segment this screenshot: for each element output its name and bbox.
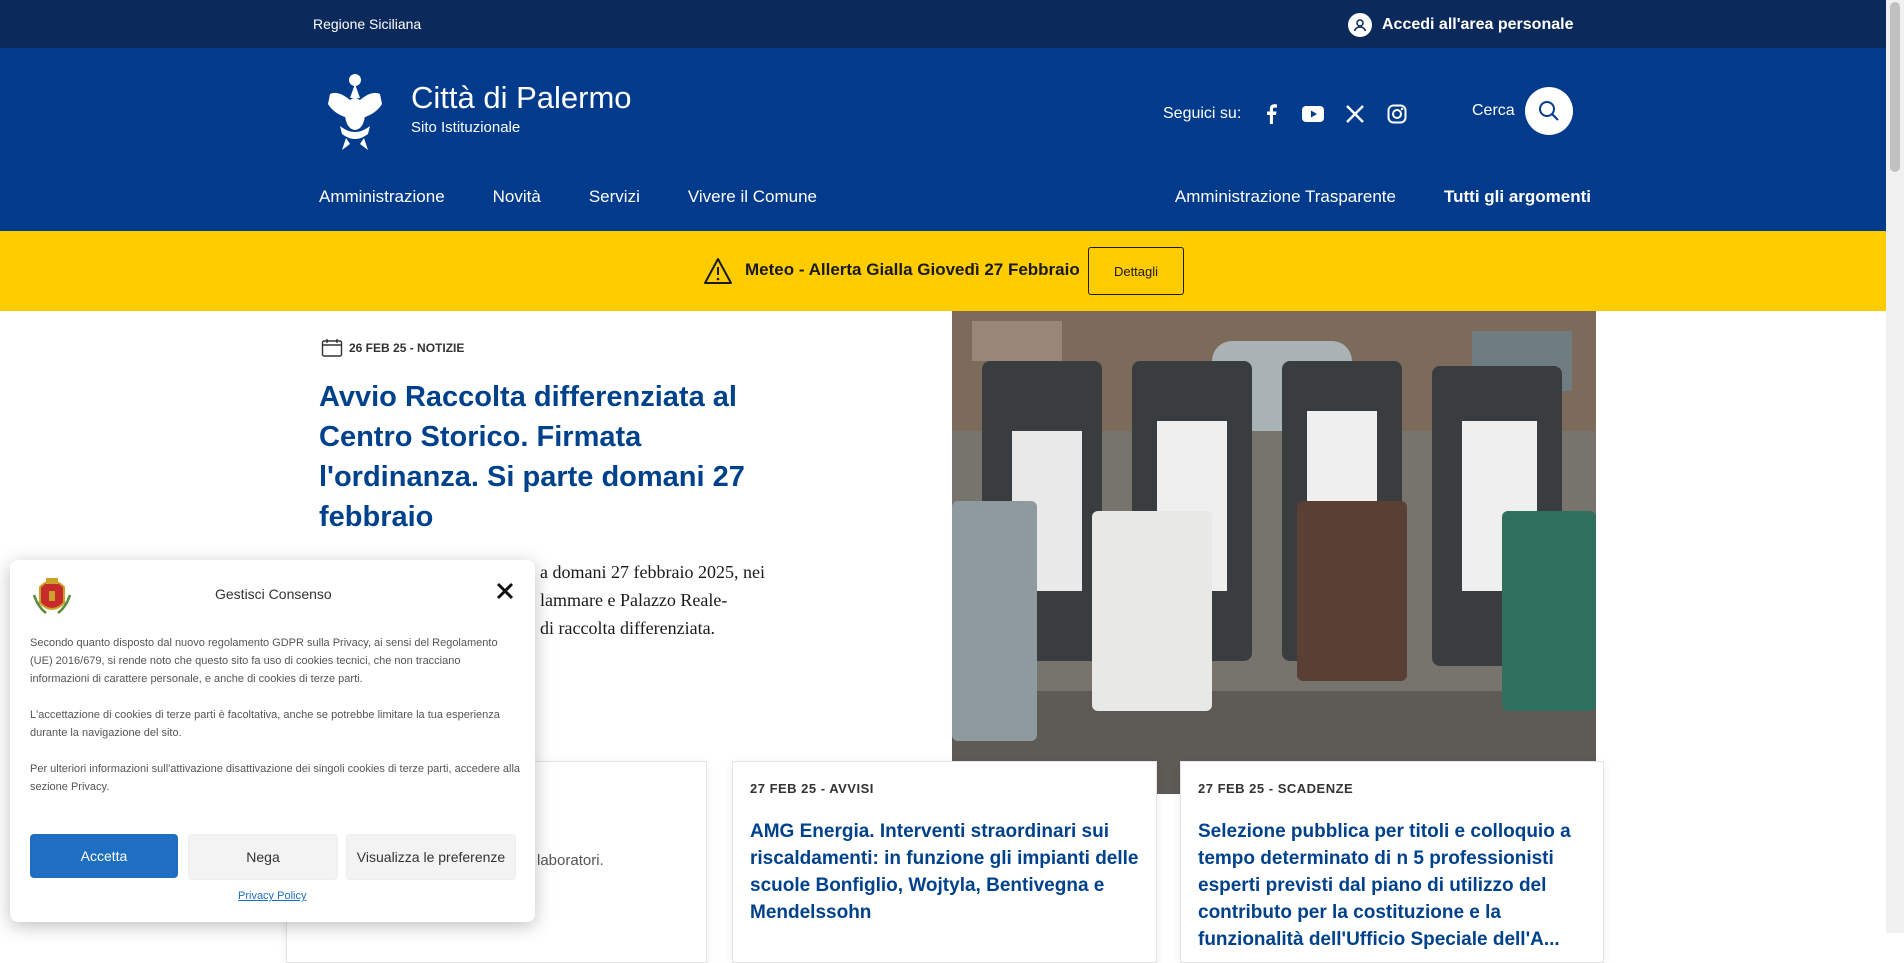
hero-lead: a domani 27 febbraio 2025, nei lammare e… [540, 558, 810, 642]
search-label[interactable]: Cerca [1472, 102, 1515, 120]
page-scrollbar[interactable] [1886, 0, 1904, 933]
facebook-icon[interactable] [1259, 102, 1283, 126]
consent-title: Gestisci Consenso [215, 586, 332, 602]
cookie-consent-dialog: Gestisci Consenso Secondo quanto dispost… [10, 560, 535, 922]
hero-meta: 26 FEB 25 - NOTIZIE [321, 338, 464, 358]
calendar-icon [321, 339, 343, 357]
youtube-icon[interactable] [1301, 102, 1325, 126]
hero-meta-text: 26 FEB 25 - NOTIZIE [349, 341, 465, 355]
nav-tutti-gli-argomenti[interactable]: Tutti gli argomenti [1444, 187, 1591, 207]
nav-servizi[interactable]: Servizi [589, 187, 640, 207]
top-bar: Regione Siciliana Accedi all'area person… [0, 0, 1886, 48]
nav-novita[interactable]: Novità [493, 187, 541, 207]
region-link[interactable]: Regione Siciliana [313, 16, 421, 32]
main-nav: Amministrazione Novità Servizi Vivere il… [319, 187, 817, 207]
card-meta: 27 FEB 25 - AVVISI [750, 781, 874, 796]
search-button[interactable] [1525, 87, 1573, 135]
hero-image[interactable] [952, 311, 1596, 794]
nav-amministrazione[interactable]: Amministrazione [319, 187, 445, 207]
privacy-policy-link[interactable]: Privacy Policy [238, 890, 306, 902]
secondary-nav: Amministrazione Trasparente Tutti gli ar… [1175, 187, 1591, 207]
hero-lead-line: a domani 27 febbraio 2025, nei [540, 562, 765, 582]
warning-icon [704, 258, 732, 284]
consent-paragraph: Secondo quanto disposto dal nuovo regola… [30, 637, 498, 685]
social-bar: Seguici su: [1163, 102, 1409, 126]
hero-headline[interactable]: Avvio Raccolta differenziata al Centro S… [319, 377, 789, 537]
accept-button[interactable]: Accetta [30, 834, 178, 878]
site-header: Città di Palermo Sito Istituzionale Segu… [0, 48, 1886, 231]
user-icon [1348, 13, 1372, 37]
weather-alert: Meteo - Allerta Gialla Giovedì 27 Febbra… [0, 231, 1886, 311]
preferences-button[interactable]: Visualizza le preferenze [346, 834, 516, 880]
search-icon [1539, 101, 1559, 121]
social-label: Seguici su: [1163, 105, 1242, 122]
deny-button[interactable]: Nega [188, 834, 338, 880]
site-title[interactable]: Città di Palermo [411, 80, 632, 116]
alert-message: Meteo - Allerta Gialla Giovedì 27 Febbra… [745, 260, 1080, 279]
card-text: laboratori. [537, 852, 604, 869]
close-icon[interactable] [496, 582, 514, 600]
alert-details-button[interactable]: Dettagli [1088, 247, 1184, 295]
login-label: Accedi all'area personale [1382, 16, 1574, 33]
login-link[interactable]: Accedi all'area personale [1348, 13, 1573, 37]
nav-vivere-il-comune[interactable]: Vivere il Comune [688, 187, 817, 207]
card-meta: 27 FEB 25 - SCADENZE [1198, 781, 1354, 796]
nav-amministrazione-trasparente[interactable]: Amministrazione Trasparente [1175, 187, 1396, 207]
eagle-logo[interactable] [322, 68, 388, 152]
consent-paragraph: Per ulteriori informazioni sull'attivazi… [30, 763, 521, 793]
consent-paragraph: L'accettazione di cookies di terze parti… [30, 709, 500, 739]
hero-lead-line: di raccolta differenziata. [540, 618, 716, 638]
hero-lead-line: lammare e Palazzo Reale- [540, 590, 728, 610]
card-title[interactable]: AMG Energia. Interventi straordinari sui… [750, 818, 1150, 926]
site-subtitle: Sito Istituzionale [411, 119, 521, 136]
instagram-icon[interactable] [1385, 102, 1409, 126]
coat-of-arms-icon [32, 578, 72, 614]
scrollbar-thumb[interactable] [1890, 2, 1900, 172]
x-icon[interactable] [1343, 102, 1367, 126]
